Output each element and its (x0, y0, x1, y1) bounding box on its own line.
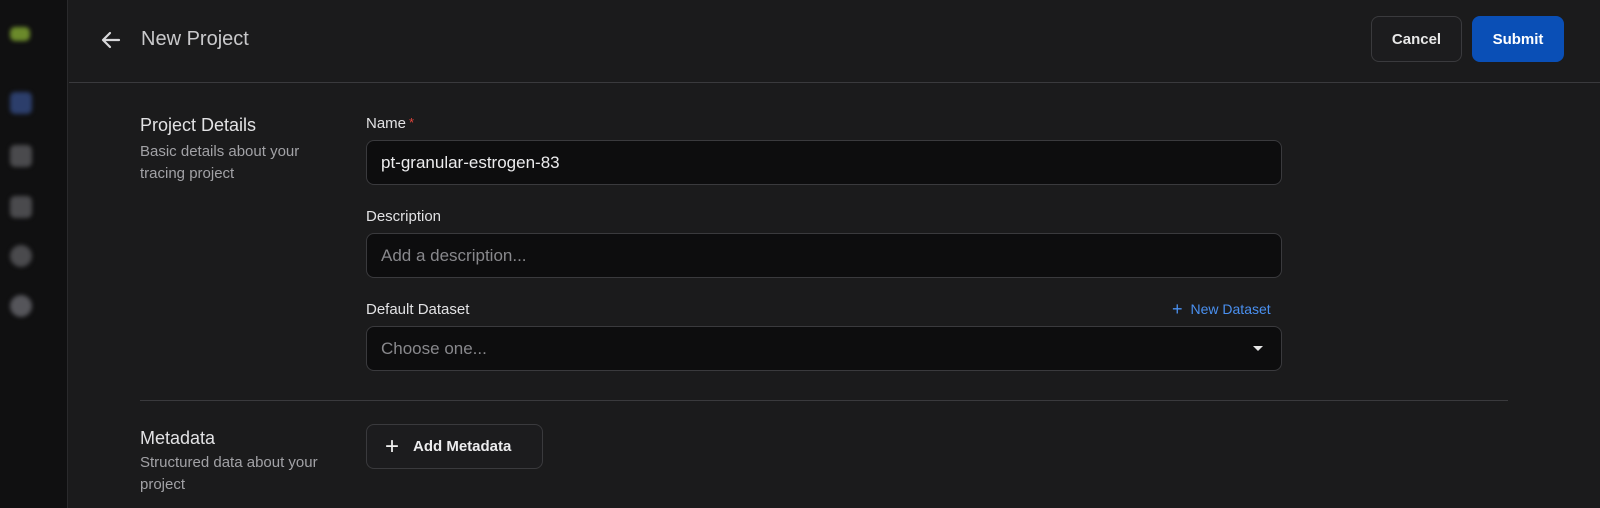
metadata-title: Metadata (140, 428, 216, 448)
page-header: New Project Cancel Submit (69, 0, 1600, 83)
required-mark: * (409, 115, 415, 130)
plus-icon: + (385, 432, 400, 460)
section-divider (140, 400, 1508, 401)
default-dataset-placeholder: Choose one... (381, 338, 487, 358)
project-details-description: Basic details about your tracing project (140, 143, 300, 182)
back-button[interactable] (97, 26, 125, 54)
name-input-value: pt-granular-estrogen-83 (381, 152, 560, 172)
default-dataset-label: Default Dataset (366, 301, 470, 318)
description-label: Description (366, 208, 442, 225)
sidebar (0, 0, 68, 508)
page-title: New Project (141, 28, 249, 50)
plus-icon: + (1172, 299, 1183, 319)
caret-down-icon (1253, 346, 1263, 351)
new-dataset-link[interactable]: + New Dataset (1172, 299, 1271, 319)
new-dataset-label: New Dataset (1190, 301, 1271, 317)
nav-projects-icon[interactable] (10, 92, 32, 114)
cancel-button[interactable]: Cancel (1371, 16, 1462, 62)
nav-icon-4[interactable] (10, 245, 32, 267)
name-label: Name * (366, 115, 414, 132)
submit-button[interactable]: Submit (1472, 16, 1564, 62)
default-dataset-select[interactable]: Choose one... (366, 326, 1282, 371)
logo-icon (10, 27, 30, 41)
avatar-icon[interactable] (10, 295, 32, 317)
add-metadata-button[interactable]: + Add Metadata (366, 424, 543, 469)
description-input[interactable]: Add a description... (366, 233, 1282, 278)
nav-icon-2[interactable] (10, 145, 32, 167)
nav-icon-3[interactable] (10, 196, 32, 218)
project-details-title: Project Details (140, 115, 257, 135)
metadata-description: Structured data about your project (140, 454, 318, 493)
name-input[interactable]: pt-granular-estrogen-83 (366, 140, 1282, 185)
description-placeholder: Add a description... (381, 245, 527, 265)
add-metadata-label: Add Metadata (413, 438, 512, 455)
arrow-left-icon (101, 31, 121, 49)
name-label-text: Name (366, 115, 407, 132)
